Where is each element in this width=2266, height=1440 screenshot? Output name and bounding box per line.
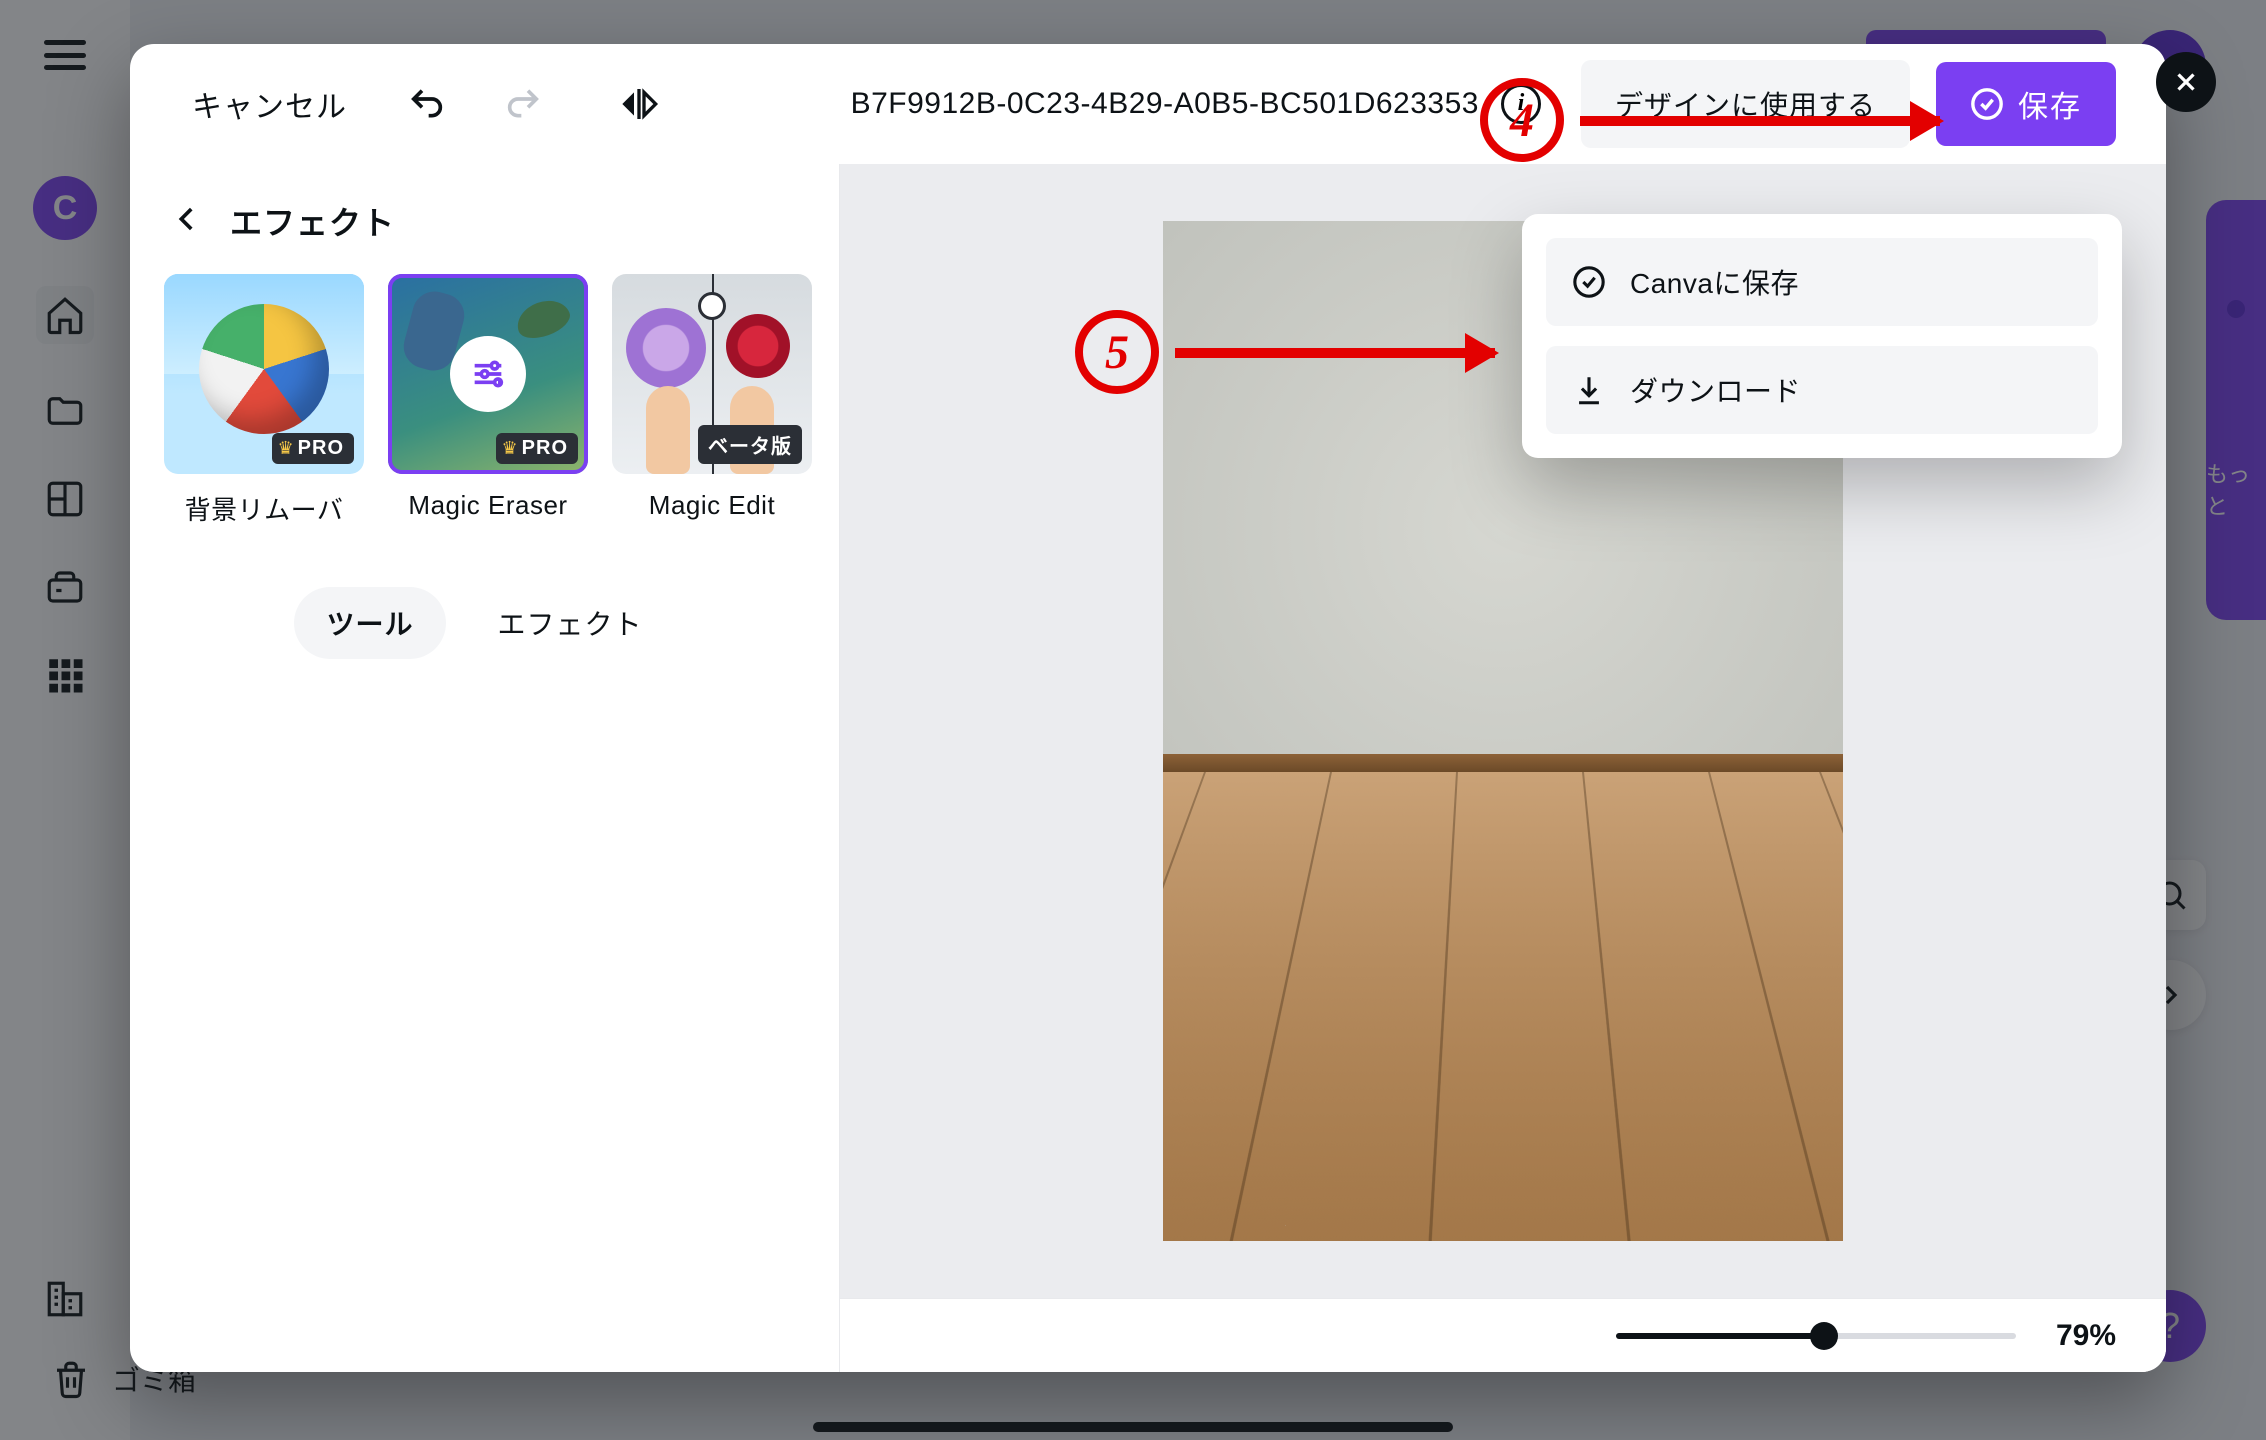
zoom-fill: [1616, 1333, 1824, 1339]
back-icon[interactable]: [170, 202, 204, 241]
effects-tabbar: ツール エフェクト: [160, 587, 809, 659]
flip-icon[interactable]: [611, 76, 667, 132]
effect-label: Magic Eraser: [408, 490, 567, 521]
beta-badge: ベータ版: [698, 425, 802, 464]
download-option[interactable]: ダウンロード: [1546, 346, 2098, 434]
pro-badge: ♛PRO: [496, 433, 578, 464]
effect-bg-remover[interactable]: ♛PRO 背景リムーバ: [164, 274, 364, 527]
close-icon[interactable]: [2156, 52, 2216, 112]
save-button[interactable]: 保存: [1936, 62, 2116, 146]
zoom-knob[interactable]: [1810, 1322, 1838, 1350]
pro-badge: ♛PRO: [272, 433, 354, 464]
redo-icon[interactable]: [495, 76, 551, 132]
save-button-label: 保存: [2018, 82, 2082, 126]
info-icon[interactable]: i: [1501, 84, 1541, 124]
modal-header: キャンセル B7F9912B-0C23-4B29-A0B5-BC501D6233…: [130, 44, 2166, 164]
tab-effects[interactable]: エフェクト: [466, 587, 675, 659]
sliders-icon: [450, 336, 526, 412]
document-title: B7F9912B-0C23-4B29-A0B5-BC501D623353: [851, 87, 1479, 121]
panel-title: エフェクト: [230, 198, 395, 244]
image-editor-modal: キャンセル B7F9912B-0C23-4B29-A0B5-BC501D6233…: [130, 44, 2166, 1372]
effect-label: 背景リムーバ: [185, 490, 344, 527]
dd-label: Canvaに保存: [1630, 262, 1799, 302]
zoom-slider[interactable]: [1616, 1333, 2016, 1339]
dd-label: ダウンロード: [1630, 370, 1801, 410]
undo-icon[interactable]: [399, 76, 455, 132]
effect-magic-eraser[interactable]: ♛PRO Magic Eraser: [388, 274, 588, 527]
effect-label: Magic Edit: [649, 490, 775, 521]
zoom-value: 79%: [2056, 1319, 2116, 1353]
save-to-canva-option[interactable]: Canvaに保存: [1546, 238, 2098, 326]
save-dropdown: Canvaに保存 ダウンロード: [1522, 214, 2122, 458]
cancel-button[interactable]: キャンセル: [180, 64, 359, 144]
effects-panel: エフェクト ♛PRO 背景リムーバ ♛PRO: [130, 164, 840, 1372]
zoom-bar: 79%: [840, 1298, 2166, 1372]
effect-magic-edit[interactable]: ベータ版 Magic Edit: [612, 274, 812, 527]
tab-tools[interactable]: ツール: [294, 587, 445, 659]
use-in-design-button[interactable]: デザインに使用する: [1581, 60, 1910, 148]
